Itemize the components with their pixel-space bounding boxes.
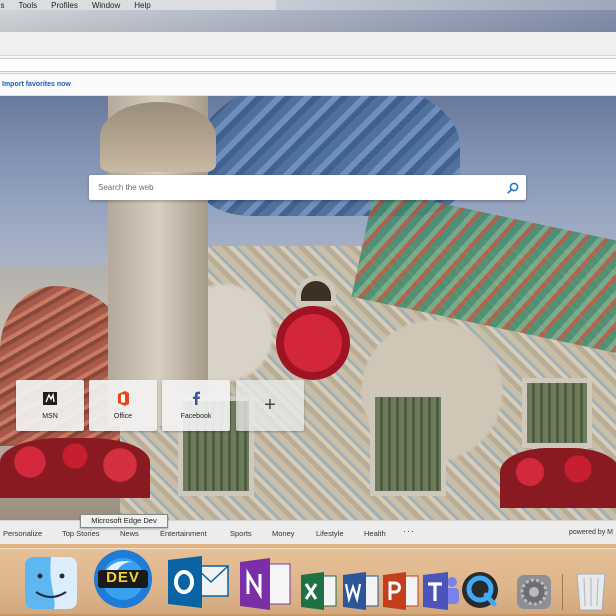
quick-link-msn[interactable]: MSN — [16, 380, 84, 431]
menu-item-profiles[interactable]: Profiles — [51, 1, 78, 10]
system-preferences-icon[interactable] — [516, 574, 552, 610]
menu-item-edit[interactable]: es — [0, 1, 4, 10]
nav-entertainment[interactable]: Entertainment — [160, 529, 207, 538]
search-input[interactable] — [98, 175, 500, 200]
quick-link-label: MSN — [42, 413, 58, 420]
dock-separator — [562, 574, 563, 610]
menu-item-help[interactable]: Help — [134, 1, 150, 10]
new-tab-background — [0, 96, 616, 520]
nav-sports[interactable]: Sports — [230, 529, 252, 538]
dev-badge: DEV — [106, 569, 140, 586]
nav-money[interactable]: Money — [272, 529, 295, 538]
nav-top-stories[interactable]: Top Stories — [62, 529, 100, 538]
edge-dev-icon[interactable]: DEV — [92, 548, 154, 610]
quick-link-office[interactable]: Office — [89, 380, 157, 431]
quick-link-label: Facebook — [180, 413, 212, 420]
quick-link-facebook[interactable]: Facebook — [162, 380, 230, 431]
address-input[interactable] — [0, 58, 616, 72]
nav-health[interactable]: Health — [364, 529, 386, 538]
import-favorites-link[interactable]: Import favorites now — [2, 81, 71, 88]
excel-icon[interactable] — [300, 572, 338, 610]
menu-item-window[interactable]: Window — [92, 1, 120, 10]
office-icon — [117, 390, 130, 406]
quick-link-label: Office — [113, 413, 133, 420]
quicktime-icon[interactable] — [460, 570, 500, 610]
tab-strip — [0, 10, 616, 32]
menu-bar-extras — [276, 0, 616, 10]
menu-item-tools[interactable]: Tools — [18, 1, 37, 10]
address-bar — [0, 56, 616, 74]
trash-icon[interactable] — [574, 570, 608, 612]
powerpoint-icon[interactable] — [382, 572, 420, 610]
nav-news[interactable]: News — [120, 529, 139, 538]
msn-icon — [43, 390, 57, 406]
finder-icon[interactable] — [24, 556, 78, 610]
dock-tooltip: Microsoft Edge Dev — [80, 514, 168, 528]
search-icon[interactable] — [500, 175, 526, 200]
outlook-icon[interactable] — [166, 556, 230, 608]
teams-icon[interactable] — [422, 572, 460, 610]
menu-bar: es Tools Profiles Window Help — [0, 0, 616, 10]
facebook-icon — [191, 390, 201, 406]
favorites-bar: Import favorites now — [0, 74, 616, 96]
search-box — [89, 175, 526, 200]
browser-toolbar — [0, 32, 616, 56]
word-icon[interactable] — [342, 572, 380, 610]
nav-lifestyle[interactable]: Lifestyle — [316, 529, 344, 538]
onenote-icon[interactable] — [238, 558, 292, 610]
plus-icon: + — [264, 394, 276, 416]
add-quick-link-button[interactable]: + — [236, 380, 304, 431]
powered-by-label: powered by M — [569, 529, 613, 536]
nav-personalize[interactable]: Personalize — [3, 529, 42, 538]
nav-more-button[interactable]: ··· — [403, 526, 415, 536]
